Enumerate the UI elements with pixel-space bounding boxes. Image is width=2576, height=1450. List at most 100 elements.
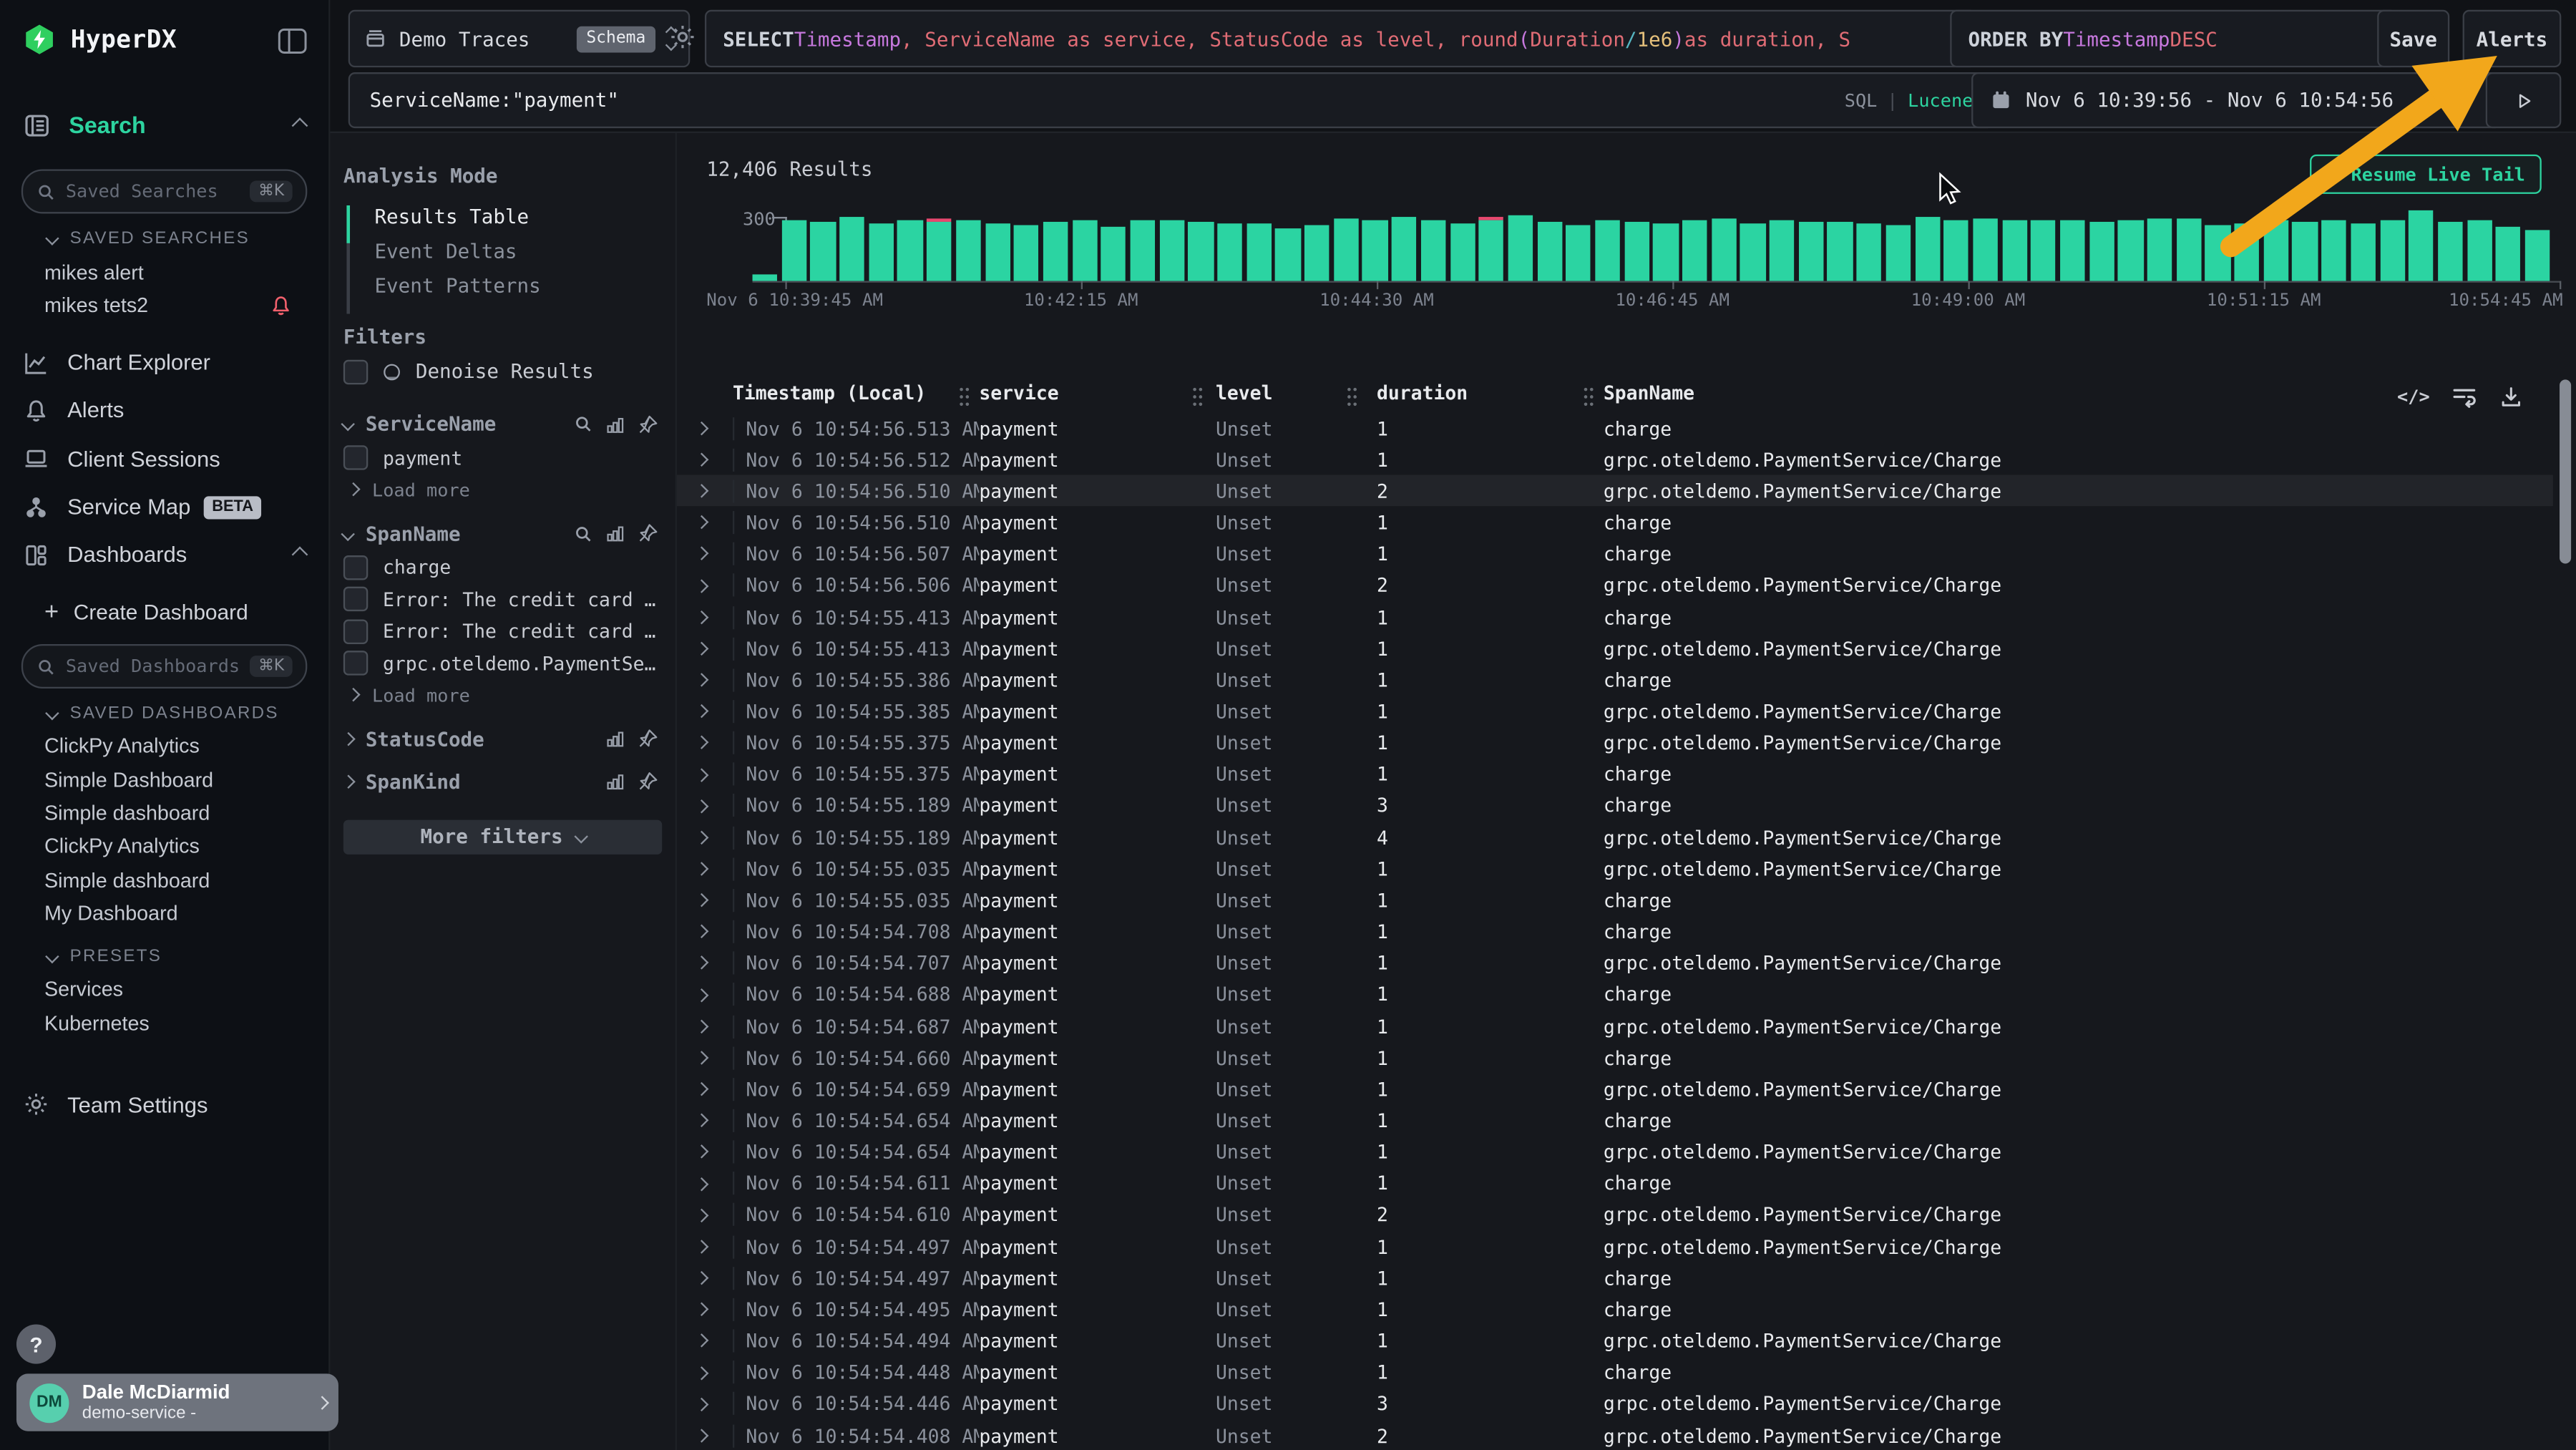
row-expander[interactable] [696,581,733,590]
row-expander[interactable] [696,1210,733,1220]
row-expander[interactable] [696,770,733,779]
filter-value-row[interactable]: grpc.oteldemo.PaymentSe… [330,648,675,680]
sidebar-item-search[interactable]: Search [0,104,328,147]
sidebar-collapse-icon[interactable] [278,28,307,54]
analysis-mode-event-deltas[interactable]: Event Deltas [330,234,675,269]
analysis-mode-event-patterns[interactable]: Event Patterns [330,269,675,304]
table-row[interactable]: Nov 6 10:54:55.386 AMpaymentUnset1charge [677,664,2553,696]
table-row[interactable]: Nov 6 10:54:56.506 AMpaymentUnset2grpc.o… [677,570,2553,601]
row-expander[interactable] [696,1148,733,1157]
denoise-results-toggle[interactable]: Denoise Results [330,356,675,386]
table-row[interactable]: Nov 6 10:54:56.507 AMpaymentUnset1charge [677,538,2553,570]
save-button[interactable]: Save [2377,10,2449,67]
row-expander[interactable] [696,959,733,968]
row-expander[interactable] [696,424,733,433]
saved-searches-input[interactable]: Saved Searches ⌘K [21,169,307,213]
select-clause-editor[interactable]: SELECT Timestamp, ServiceName as service… [705,10,1976,67]
table-row[interactable]: Nov 6 10:54:54.654 AMpaymentUnset1charge [677,1105,2553,1137]
bar-chart-icon[interactable] [605,413,626,434]
filter-section-servicename[interactable]: ServiceName [330,406,675,442]
row-expander[interactable] [696,1085,733,1094]
results-histogram[interactable] [753,209,2550,281]
row-expander[interactable] [696,1399,733,1408]
analysis-mode-results-table[interactable]: Results Table [330,199,675,234]
saved-search-item[interactable]: mikes tets2 [0,289,328,322]
table-row[interactable]: Nov 6 10:54:54.494 AMpaymentUnset1grpc.o… [677,1325,2553,1357]
table-row[interactable]: Nov 6 10:54:54.448 AMpaymentUnset1charge [677,1357,2553,1388]
saved-dashboards-input[interactable]: Saved Dashboards ⌘K [21,644,307,688]
table-row[interactable]: Nov 6 10:54:56.510 AMpaymentUnset2grpc.o… [677,475,2553,507]
row-expander[interactable] [696,928,733,937]
row-expander[interactable] [696,518,733,527]
table-row[interactable]: Nov 6 10:54:54.659 AMpaymentUnset1grpc.o… [677,1074,2553,1105]
code-brackets-icon[interactable]: </> [2397,385,2430,407]
table-row[interactable]: Nov 6 10:54:55.385 AMpaymentUnset1grpc.o… [677,696,2553,727]
more-filters-button[interactable]: More filters [343,819,662,854]
row-expander[interactable] [696,1431,733,1440]
table-row[interactable]: Nov 6 10:54:54.497 AMpaymentUnset1charge [677,1262,2553,1294]
row-expander[interactable] [696,707,733,716]
language-lucene[interactable]: Lucene [1908,89,1973,111]
table-row[interactable]: Nov 6 10:54:55.375 AMpaymentUnset1grpc.o… [677,727,2553,759]
row-expander[interactable] [696,802,733,811]
sidebar-item-client-sessions[interactable]: Client Sessions [0,434,328,482]
column-header-timestamp-local-[interactable]: Timestamp (Local) [733,381,979,404]
row-expander[interactable] [696,1242,733,1251]
row-expander[interactable] [696,1054,733,1063]
preset-item[interactable]: Services [0,973,328,1007]
saved-dashboard-item[interactable]: ClickPy Analytics [0,729,328,763]
table-row[interactable]: Nov 6 10:54:55.189 AMpaymentUnset4grpc.o… [677,822,2553,853]
row-expander[interactable] [696,1368,733,1377]
checkbox[interactable] [343,555,368,579]
saved-dashboard-item[interactable]: My Dashboard [0,897,328,930]
wrap-lines-icon[interactable] [2451,383,2478,409]
table-row[interactable]: Nov 6 10:54:55.375 AMpaymentUnset1charge [677,759,2553,790]
row-expander[interactable] [696,991,733,1000]
sidebar-item-service-map[interactable]: Service MapBETA [0,483,328,531]
table-row[interactable]: Nov 6 10:54:56.510 AMpaymentUnset1charge [677,507,2553,538]
checkbox[interactable] [343,446,368,470]
load-more-button[interactable]: Load more [330,474,675,505]
saved-dashboard-item[interactable]: ClickPy Analytics [0,830,328,864]
user-menu[interactable]: DM Dale McDiarmid demo-service - [16,1373,338,1431]
table-row[interactable]: Nov 6 10:54:55.413 AMpaymentUnset1charge [677,601,2553,633]
table-row[interactable]: Nov 6 10:54:54.707 AMpaymentUnset1grpc.o… [677,948,2553,979]
saved-search-item[interactable]: mikes alert [0,256,328,289]
bar-chart-icon[interactable] [605,522,626,544]
row-expander[interactable] [696,487,733,496]
saved-dashboards-section-label[interactable]: SAVED DASHBOARDS [0,704,328,724]
row-expander[interactable] [696,833,733,842]
row-expander[interactable] [696,455,733,464]
checkbox[interactable] [343,359,368,384]
table-row[interactable]: Nov 6 10:54:55.413 AMpaymentUnset1grpc.o… [677,633,2553,664]
row-expander[interactable] [696,1273,733,1283]
row-expander[interactable] [696,1022,733,1031]
row-expander[interactable] [696,1305,733,1314]
download-icon[interactable] [2499,384,2523,408]
pin-icon[interactable] [638,728,659,749]
sidebar-item-alerts[interactable]: Alerts [0,386,328,434]
drag-grip-icon[interactable] [1191,386,1204,408]
drag-grip-icon[interactable] [1582,386,1595,408]
presets-section-label[interactable]: PRESETS [0,946,328,966]
column-header-service[interactable]: service [979,381,1212,404]
row-expander[interactable] [696,1179,733,1189]
saved-dashboard-item[interactable]: Simple dashboard [0,797,328,830]
help-button[interactable]: ? [16,1325,56,1364]
table-row[interactable]: Nov 6 10:54:54.610 AMpaymentUnset2grpc.o… [677,1200,2553,1231]
table-row[interactable]: Nov 6 10:54:54.660 AMpaymentUnset1charge [677,1042,2553,1074]
search-query-input[interactable]: ServiceName:"payment" SQL|Lucene [348,72,1995,128]
table-scrollbar[interactable] [2560,379,2571,563]
table-row[interactable]: Nov 6 10:54:54.654 AMpaymentUnset1grpc.o… [677,1137,2553,1168]
table-row[interactable]: Nov 6 10:54:56.512 AMpaymentUnset1grpc.o… [677,444,2553,475]
table-row[interactable]: Nov 6 10:54:56.513 AMpaymentUnset1charge [677,412,2553,444]
filter-value-row[interactable]: Error: The credit card … [330,583,675,615]
filter-value-row[interactable]: payment [330,442,675,475]
row-expander[interactable] [696,1116,733,1126]
column-header-duration[interactable]: duration [1367,381,1604,404]
saved-dashboard-item[interactable]: Simple Dashboard [0,763,328,797]
load-more-button[interactable]: Load more [330,679,675,711]
sidebar-item-team-settings[interactable]: Team Settings [0,1086,328,1123]
row-expander[interactable] [696,644,733,653]
row-expander[interactable] [696,739,733,748]
